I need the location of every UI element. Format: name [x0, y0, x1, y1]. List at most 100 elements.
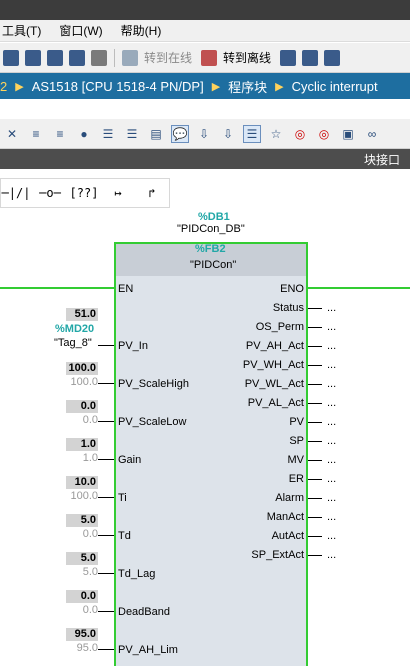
breadcrumb-item-blocks[interactable]: 程序块	[228, 77, 267, 96]
go-offline-icon[interactable]	[201, 49, 218, 66]
breadcrumb-item-cyclic-interrupt[interactable]: Cyclic interrupt	[292, 79, 378, 94]
normally-closed-contact-icon[interactable]: ─|/|	[1, 181, 31, 205]
gain-default[interactable]: 1.0	[60, 452, 98, 464]
er-wire	[308, 479, 322, 480]
split-window-icon[interactable]	[324, 49, 341, 66]
breadcrumb: 2 ▶ AS1518 [CPU 1518-4 PN/DP] ▶ 程序块 ▶ Cy…	[0, 73, 410, 99]
list-icon[interactable]: ☰	[99, 125, 117, 143]
export-icon[interactable]: ⇩	[219, 125, 237, 143]
output-pin-er: ER	[288, 473, 304, 485]
gain-wire	[98, 459, 114, 460]
breadcrumb-separator-icon: ▶	[275, 80, 284, 93]
td-default[interactable]: 0.0	[60, 528, 98, 540]
autact-operand[interactable]: ...	[327, 530, 336, 542]
output-pin-status: Status	[272, 302, 304, 314]
upload-icon[interactable]	[47, 49, 63, 66]
block-interface-header[interactable]: 块接口	[0, 149, 410, 169]
pv-scalehigh-monitor-value: 100.0	[66, 362, 98, 375]
pv-wh-act-wire	[308, 365, 322, 366]
simulation-icon[interactable]	[91, 49, 107, 66]
output-pin-pv-ah-act: PV_AH_Act	[245, 340, 304, 352]
diagnostics-icon[interactable]	[280, 49, 297, 66]
manact-operand[interactable]: ...	[327, 511, 336, 523]
td-monitor-value: 5.0	[66, 514, 98, 527]
comment-icon[interactable]: 💬	[171, 124, 189, 143]
delete-icon[interactable]: ✕	[3, 125, 21, 143]
function-block-number: %FB2	[195, 243, 226, 255]
pv-in-wire	[98, 345, 114, 346]
pv-scalelow-default[interactable]: 0.0	[60, 414, 98, 426]
open-branch-icon[interactable]: ↦	[103, 181, 133, 205]
empty-box-icon[interactable]: [??]	[69, 181, 99, 205]
sp-operand[interactable]: ...	[327, 435, 336, 447]
er-operand[interactable]: ...	[327, 473, 336, 485]
td-lag-monitor-value: 5.0	[66, 552, 98, 565]
breakpoint-icon[interactable]: ◎	[291, 125, 309, 143]
instance-db-name[interactable]: "PIDCon_DB"	[177, 223, 245, 235]
output-pin-pv-wl-act: PV_WL_Act	[244, 378, 304, 390]
ti-default[interactable]: 100.0	[60, 490, 98, 502]
go-offline-button[interactable]: 转到离线	[223, 49, 271, 66]
output-pin-manact: ManAct	[266, 511, 304, 523]
pv-in-tag[interactable]: "Tag_8"	[54, 337, 92, 349]
table-icon[interactable]: ▤	[147, 125, 165, 143]
block-interface-icon[interactable]: ☰	[243, 124, 261, 143]
coil-icon[interactable]: ─o─	[35, 181, 65, 205]
download-icon[interactable]	[25, 49, 41, 66]
save-icon[interactable]	[69, 49, 85, 66]
pv-ah-act-wire	[308, 346, 322, 347]
list-alt-icon[interactable]: ☰	[123, 125, 141, 143]
mv-wire	[308, 460, 322, 461]
menu-help[interactable]: 帮助(H)	[121, 22, 162, 39]
go-online-icon[interactable]	[122, 49, 138, 66]
pv-in-address[interactable]: %MD20	[55, 323, 94, 335]
go-online-button[interactable]: 转到在线	[144, 49, 192, 66]
menu-tools[interactable]: 工具(T)	[2, 22, 41, 39]
cross-reference-icon[interactable]	[302, 49, 319, 66]
td-lag-default[interactable]: 5.0	[60, 566, 98, 578]
monitor-on-off-icon[interactable]: ◎	[315, 125, 333, 143]
pv-wh-act-operand[interactable]: ...	[327, 359, 336, 371]
output-pin-eno: ENO	[280, 283, 304, 295]
menu-window[interactable]: 窗口(W)	[59, 22, 102, 39]
input-pin-td: Td	[118, 530, 131, 542]
gain-monitor-value: 1.0	[66, 438, 98, 451]
output-pin-os-perm: OS_Perm	[255, 321, 304, 333]
output-pin-pv: PV	[289, 416, 304, 428]
pv-scalehigh-default[interactable]: 100.0	[60, 376, 98, 388]
compile-icon[interactable]	[3, 49, 19, 66]
toolbar-divider	[114, 48, 115, 67]
sp-extact-operand[interactable]: ...	[327, 549, 336, 561]
block-interface-title: 块接口	[363, 152, 400, 167]
pv-ah-lim-default[interactable]: 95.0	[60, 642, 98, 654]
alarm-wire	[308, 498, 322, 499]
monitor-icon[interactable]: ●	[75, 125, 93, 143]
ti-wire	[98, 497, 114, 498]
pv-wl-act-operand[interactable]: ...	[327, 378, 336, 390]
output-pin-alarm: Alarm	[275, 492, 304, 504]
td-lag-wire	[98, 573, 114, 574]
pv-wire	[308, 422, 322, 423]
monitor-glasses-icon[interactable]: ∞	[363, 125, 381, 143]
deadband-default[interactable]: 0.0	[60, 604, 98, 616]
mv-operand[interactable]: ...	[327, 454, 336, 466]
autact-wire	[308, 536, 322, 537]
insert-network-icon[interactable]: ≡	[27, 125, 45, 143]
pv-al-act-operand[interactable]: ...	[327, 397, 336, 409]
insert-row-icon[interactable]: ≡	[51, 125, 69, 143]
pv-operand[interactable]: ...	[327, 416, 336, 428]
status-operand[interactable]: ...	[327, 302, 336, 314]
input-pin-en: EN	[118, 283, 134, 295]
close-branch-icon[interactable]: ↱	[137, 181, 167, 205]
pv-ah-act-operand[interactable]: ...	[327, 340, 336, 352]
input-pin-pv-in: PV_In	[118, 340, 148, 352]
alarm-operand[interactable]: ...	[327, 492, 336, 504]
breadcrumb-item-cpu[interactable]: AS1518 [CPU 1518-4 PN/DP]	[32, 79, 204, 94]
favorite-icon[interactable]: ☆	[267, 125, 285, 143]
deadband-wire	[98, 611, 114, 612]
snapshot-icon[interactable]: ▣	[339, 125, 357, 143]
status-wire	[308, 308, 322, 309]
download-arrow-icon[interactable]: ⇩	[195, 125, 213, 143]
os-perm-operand[interactable]: ...	[327, 321, 336, 333]
breadcrumb-prefix: 2	[0, 78, 8, 94]
